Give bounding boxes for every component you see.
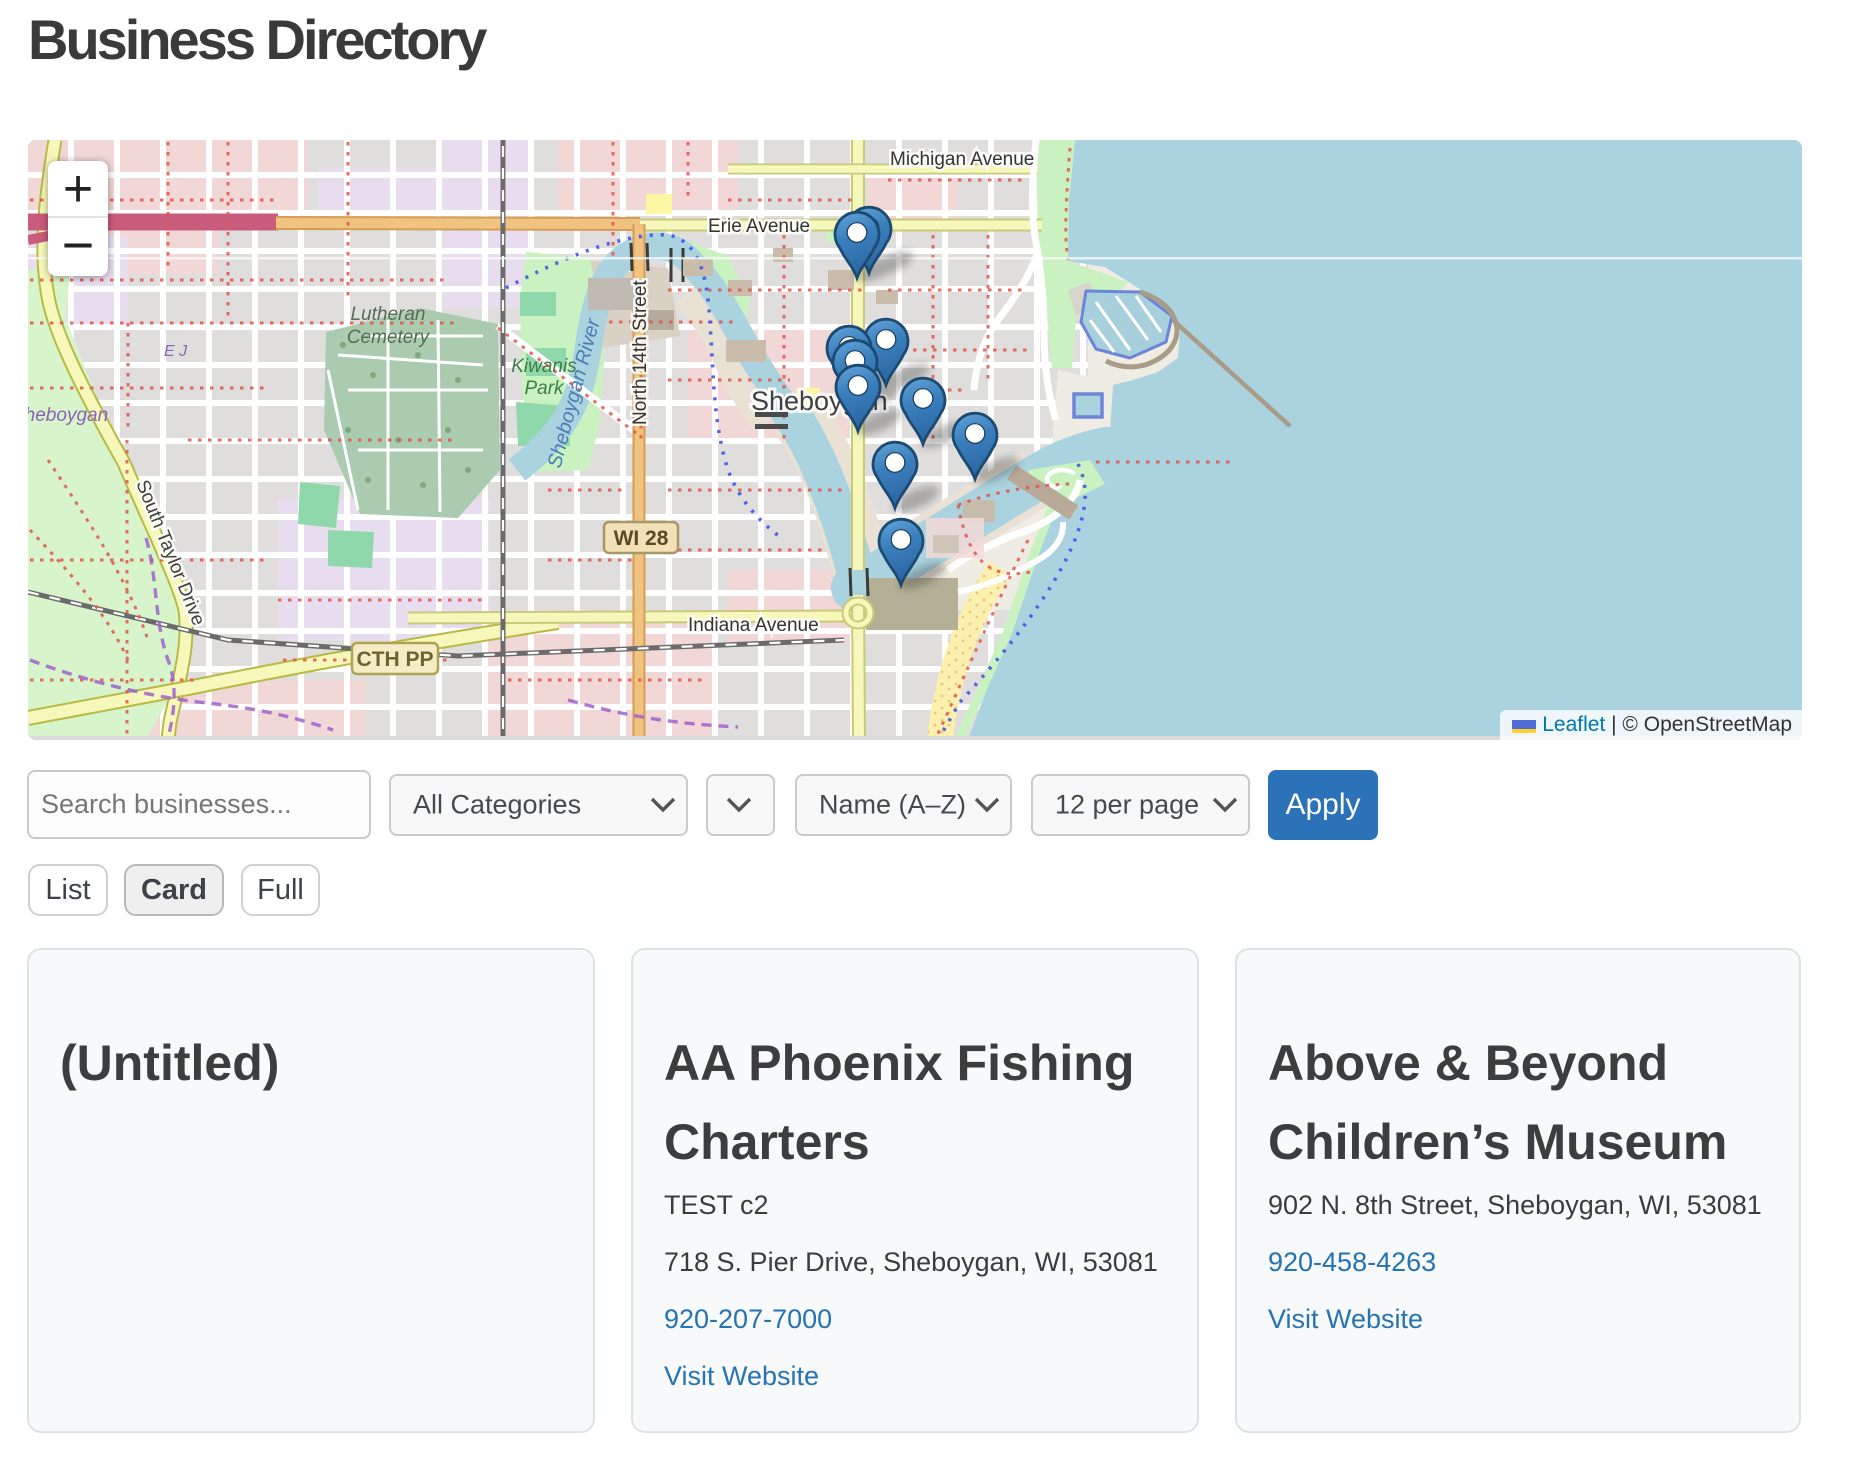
svg-text:CTH PP: CTH PP: [356, 648, 433, 671]
svg-text:Indiana Avenue: Indiana Avenue: [688, 615, 819, 636]
svg-text:E J: E J: [164, 343, 188, 360]
svg-text:Sheboygan: Sheboygan: [28, 405, 108, 426]
svg-text:North 14th Street: North 14th Street: [630, 280, 651, 425]
svg-text:Erie Avenue: Erie Avenue: [708, 216, 810, 237]
svg-text:Michigan Avenue: Michigan Avenue: [890, 149, 1034, 170]
svg-text:Cemetery: Cemetery: [347, 327, 431, 348]
svg-text:Kiwanis: Kiwanis: [511, 356, 577, 377]
svg-text:Lutheran: Lutheran: [350, 304, 425, 325]
svg-text:WI 28: WI 28: [614, 527, 669, 550]
svg-text:Park: Park: [524, 378, 565, 399]
